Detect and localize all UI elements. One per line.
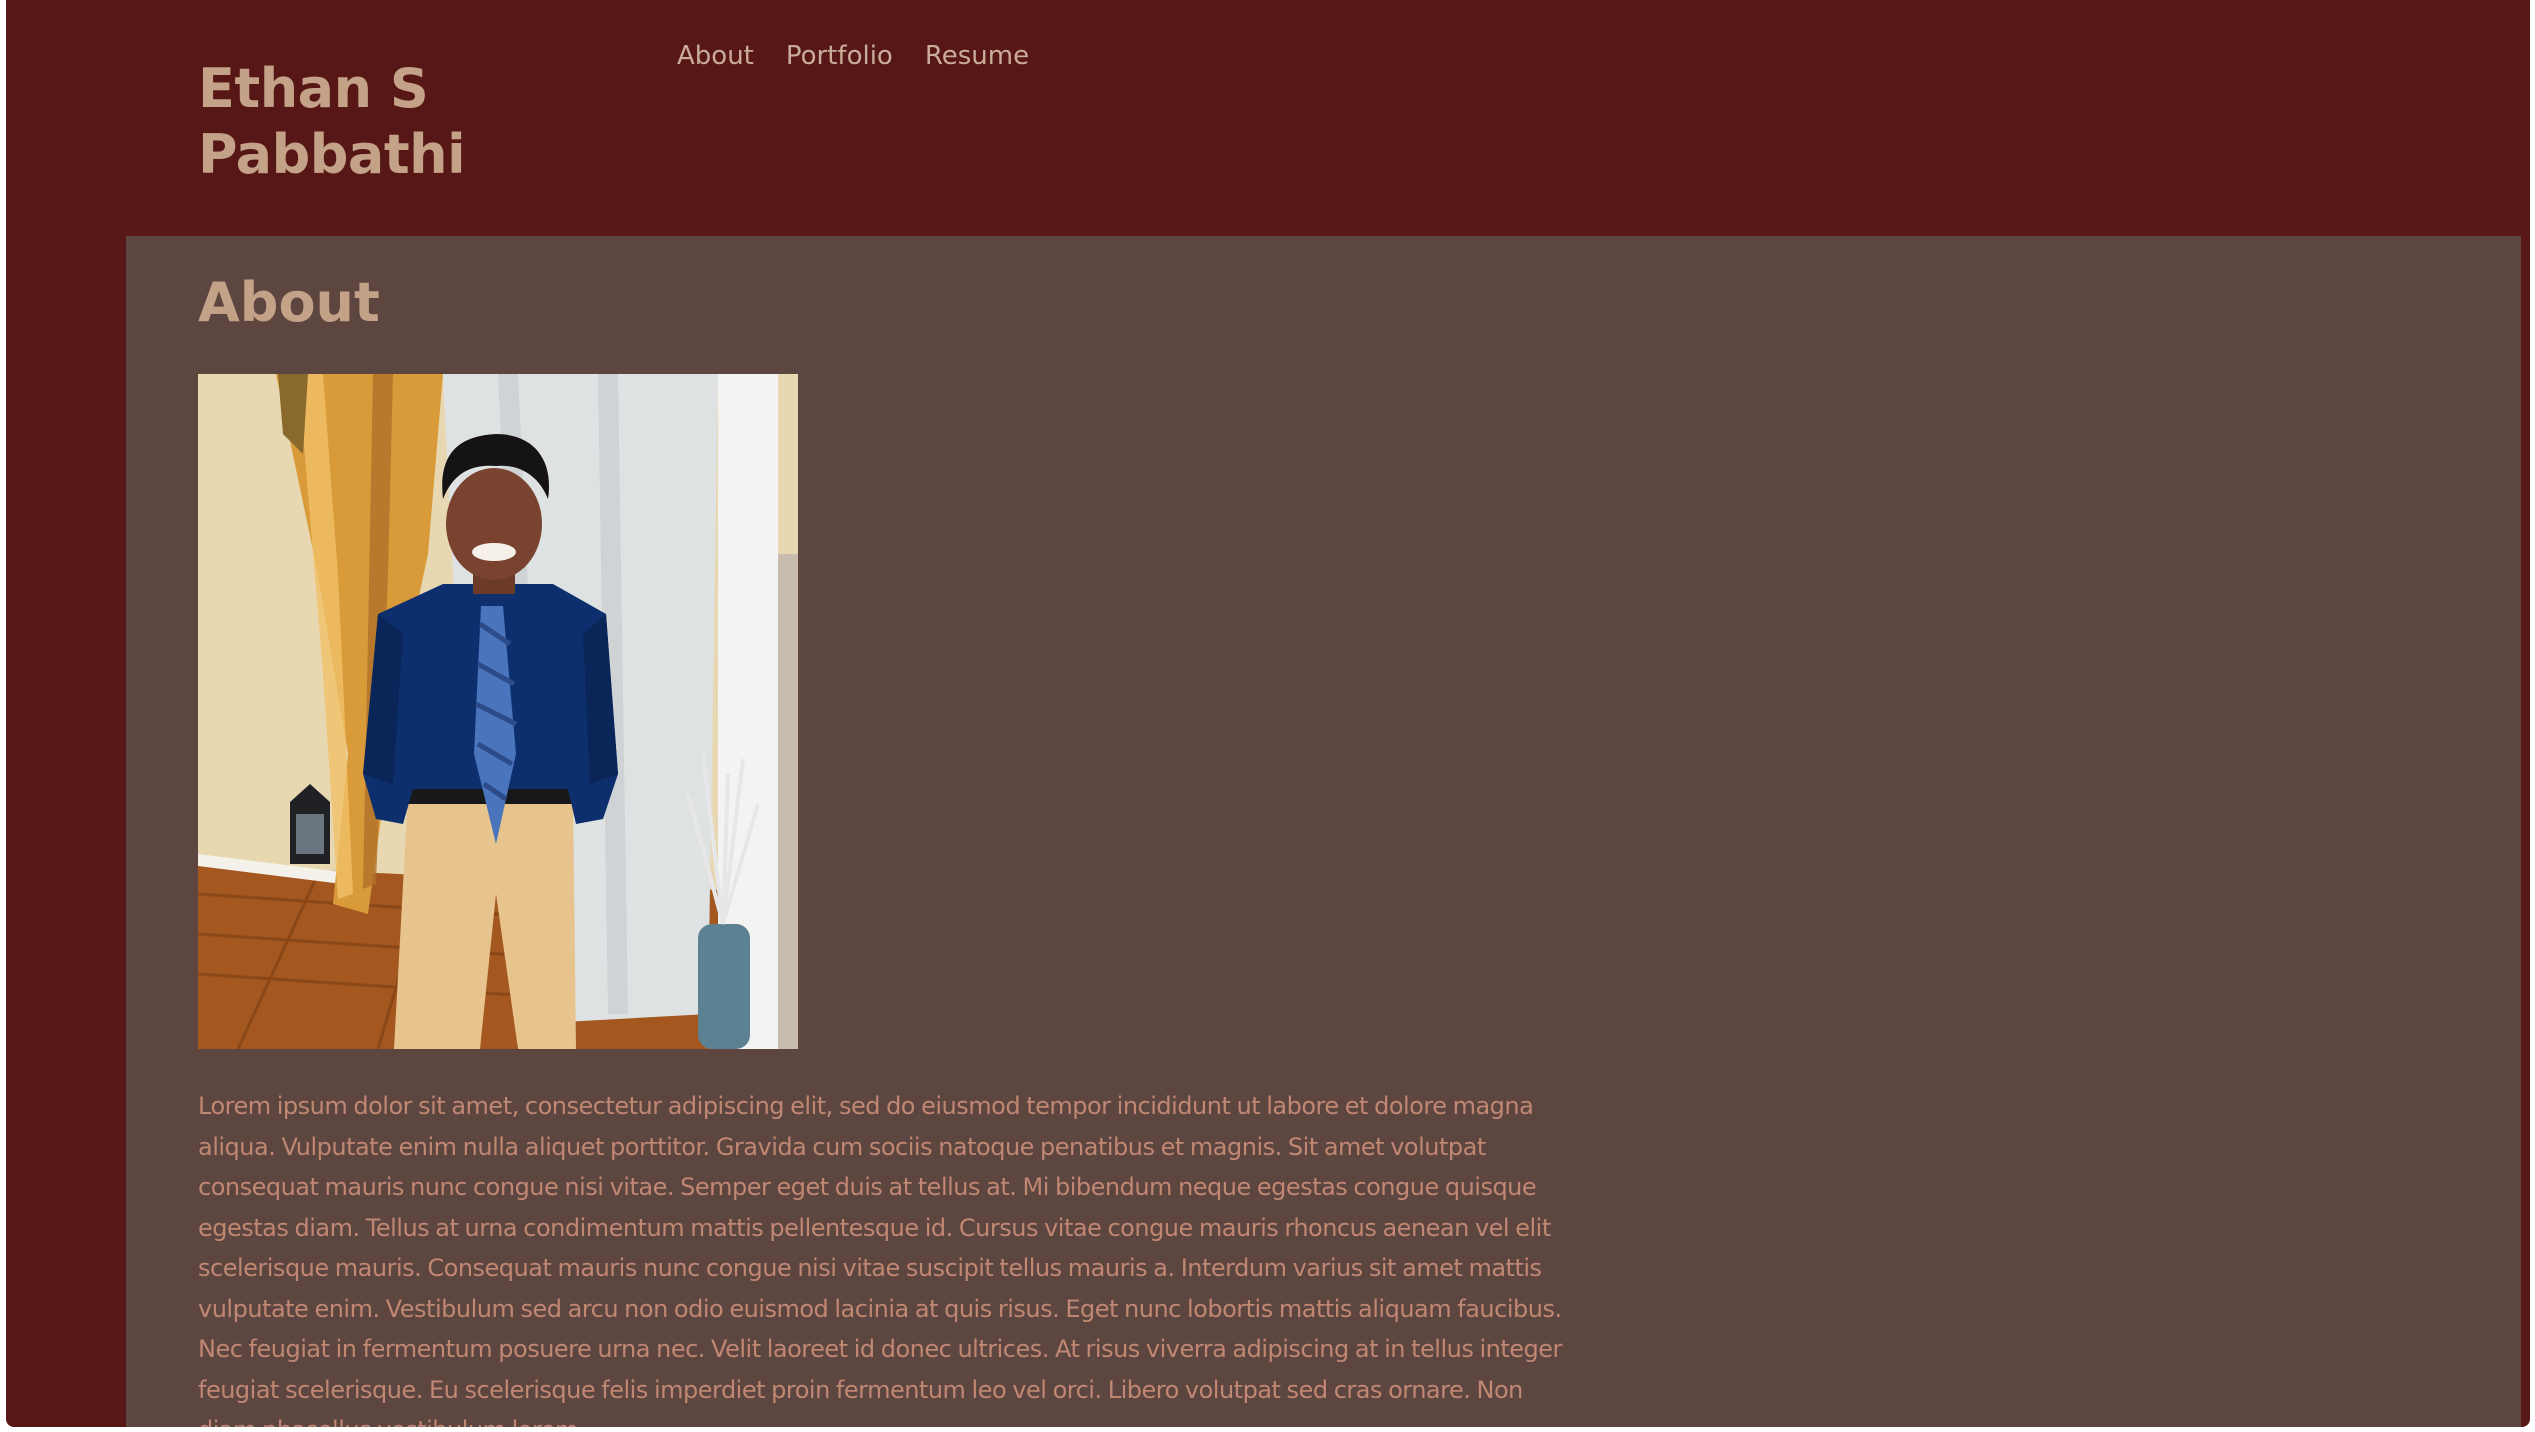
portrait-photo <box>198 374 798 1049</box>
about-content: About Lorem ipsum dolor sit amet, consec… <box>126 236 2521 1427</box>
site-title[interactable]: Ethan S Pabbathi <box>198 56 466 188</box>
nav-link-about[interactable]: About <box>677 36 754 76</box>
site-title-line-2: Pabbathi <box>198 123 466 186</box>
page-frame: Ethan S Pabbathi About Portfolio Resume … <box>6 0 2530 1427</box>
site-title-line-1: Ethan S <box>198 57 429 120</box>
page-title: About <box>198 271 380 334</box>
main-nav: About Portfolio Resume <box>677 36 1029 76</box>
bio-text: Lorem ipsum dolor sit amet, consectetur … <box>198 1092 1562 1427</box>
nav-link-portfolio[interactable]: Portfolio <box>786 36 893 76</box>
nav-link-resume[interactable]: Resume <box>925 36 1029 76</box>
